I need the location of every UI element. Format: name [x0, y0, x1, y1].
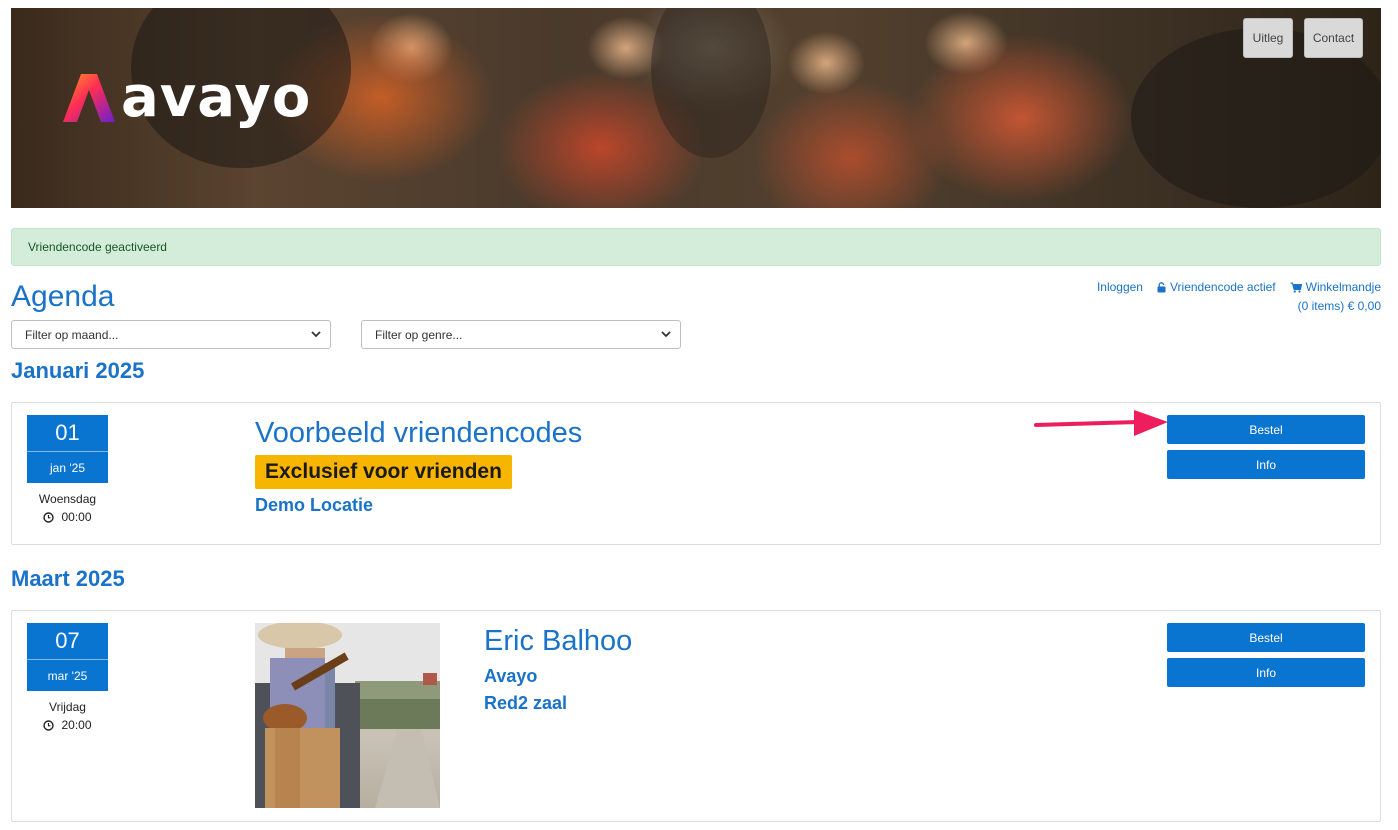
- event-date-box: 07 mar '25: [27, 623, 108, 691]
- avayo-logo-icon: [63, 74, 115, 122]
- event-date-box: 01 jan '25: [27, 415, 108, 483]
- event-card: 07 mar '25 Vrijdag 20:00 Eric Balhoo Ava…: [11, 610, 1381, 822]
- event-time: 20:00: [27, 718, 108, 732]
- brand-logo[interactable]: avayo: [63, 70, 311, 126]
- info-button[interactable]: Info: [1167, 658, 1365, 687]
- event-day: 07: [27, 623, 108, 660]
- annotation-arrow-icon: [1034, 410, 1168, 436]
- event-month: mar '25: [47, 668, 88, 683]
- info-button[interactable]: Info: [1167, 450, 1365, 479]
- success-alert: Vriendencode geactiveerd: [11, 228, 1381, 266]
- month-heading: Januari 2025: [11, 358, 145, 383]
- cart-link[interactable]: Winkelmandje: [1290, 280, 1381, 294]
- order-button[interactable]: Bestel: [1167, 415, 1365, 444]
- friend-code-label: Vriendencode actief: [1169, 280, 1276, 294]
- login-link[interactable]: Inloggen: [1097, 280, 1143, 294]
- event-title[interactable]: Eric Balhoo: [484, 625, 632, 658]
- brand-name: avayo: [121, 65, 312, 130]
- event-card: 01 jan '25 Woensdag 00:00 Voorbeeld vrie…: [11, 402, 1381, 545]
- clock-icon: [43, 719, 55, 731]
- chevron-down-icon: [311, 331, 321, 338]
- shopping-cart-icon: [1290, 282, 1302, 293]
- event-day: 01: [27, 415, 108, 452]
- musician-photo: [255, 623, 440, 808]
- event-weekday: Vrijdag: [49, 700, 86, 714]
- genre-filter-value: Filter op genre...: [375, 327, 463, 342]
- event-organizer: Avayo: [484, 666, 538, 686]
- event-month: jan '25: [50, 460, 85, 475]
- month-filter-value: Filter op maand...: [25, 327, 119, 342]
- exclusive-badge: Exclusief voor vrienden: [255, 455, 512, 489]
- event-time-text: 20:00: [61, 718, 92, 732]
- cart-label: Winkelmandje: [1305, 280, 1381, 294]
- event-weekday: Woensdag: [38, 492, 97, 506]
- login-link-label: Inloggen: [1096, 280, 1143, 294]
- event-location: Demo Locatie: [255, 495, 374, 515]
- banner-wing-shape: [651, 8, 771, 158]
- month-heading: Maart 2025: [11, 566, 125, 591]
- order-button[interactable]: Bestel: [1167, 623, 1365, 652]
- cart-summary[interactable]: (0 items) € 0,00: [1097, 299, 1381, 313]
- event-time: 00:00: [27, 510, 108, 524]
- chevron-down-icon: [661, 331, 671, 338]
- friend-code-link[interactable]: Vriendencode actief: [1157, 280, 1276, 294]
- unlock-icon: [1157, 281, 1166, 292]
- event-image[interactable]: [255, 623, 440, 808]
- alert-text: Vriendencode geactiveerd: [28, 240, 167, 254]
- header-banner: avayo Uitleg Contact: [11, 8, 1381, 208]
- account-links: Inloggen Vriendencode actief Winkelmandj…: [1097, 280, 1381, 313]
- event-hall: Red2 zaal: [484, 693, 568, 713]
- month-filter-select[interactable]: Filter op maand...: [11, 320, 331, 349]
- event-title[interactable]: Voorbeeld vriendencodes: [255, 417, 582, 450]
- nav-contact-button[interactable]: Contact: [1304, 18, 1363, 58]
- genre-filter-select[interactable]: Filter op genre...: [361, 320, 681, 349]
- clock-icon: [43, 511, 55, 523]
- page-title: Agenda: [11, 280, 115, 313]
- event-time-text: 00:00: [61, 510, 92, 524]
- nav-uitleg-button[interactable]: Uitleg: [1243, 18, 1293, 58]
